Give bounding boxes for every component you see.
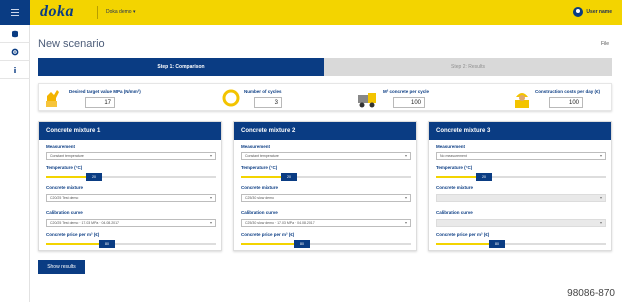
- cycles-input[interactable]: 3: [254, 97, 282, 108]
- measurement-select[interactable]: Constant temperature: [241, 152, 411, 160]
- concrete-mixture-label: Concrete mixture: [46, 185, 84, 190]
- side-rail: [0, 0, 30, 302]
- chevron-down-icon: [600, 155, 602, 157]
- concrete-mixture-select[interactable]: C20/25 Test demo: [46, 194, 216, 202]
- concrete-price-label: Concrete price per m³ (€): [46, 232, 100, 237]
- measurement-value: Constant temperature: [245, 154, 279, 158]
- temperature-label: Temperature (°C): [436, 165, 473, 170]
- card-title: Concrete mixture 2: [234, 122, 416, 140]
- page-title: New scenario: [38, 38, 105, 50]
- concrete-price-slider-handle[interactable]: 80: [294, 240, 310, 248]
- temperature-label: Temperature (°C): [46, 165, 83, 170]
- concrete-price-slider[interactable]: 80: [241, 240, 411, 248]
- temperature-slider-handle[interactable]: 20: [281, 173, 297, 181]
- calibration-curve-select[interactable]: [436, 219, 606, 227]
- doka-logo: doka: [40, 3, 74, 20]
- measurement-value: No measurement: [440, 154, 467, 158]
- concrete-price-slider[interactable]: 80: [46, 240, 216, 248]
- temperature-slider[interactable]: 20: [241, 173, 411, 181]
- hamburger-menu-icon[interactable]: [0, 0, 30, 25]
- param-label: Construction costs per day (€): [535, 89, 601, 94]
- calibration-curve-value: C20/25 Test demo · 17.03 MPa · 04.08.201…: [50, 221, 120, 225]
- measurement-value: Constant temperature: [50, 154, 84, 158]
- param-label: Desired target value MPa (N/mm²): [69, 89, 141, 94]
- app-window: doka Doka demo ▾ User name New scenario …: [0, 0, 622, 302]
- concrete-mixture-label: Concrete mixture: [241, 185, 279, 190]
- construction-worker-icon: [513, 87, 531, 114]
- concrete-mixture-card: Concrete mixture 1 Measurement Constant …: [38, 121, 222, 251]
- step-tabs: Step 1: Comparison Step 2: Results: [38, 58, 612, 76]
- param-label: M² concrete per cycle: [383, 89, 430, 94]
- construction-costs-input[interactable]: 100: [549, 97, 583, 108]
- user-menu[interactable]: User name: [573, 7, 612, 17]
- concrete-mixture-select[interactable]: [436, 194, 606, 202]
- temperature-slider-handle[interactable]: 20: [476, 173, 492, 181]
- target-value-input[interactable]: 17: [85, 97, 115, 108]
- slider-fill: [46, 243, 107, 245]
- measurement-label: Measurement: [436, 144, 466, 149]
- concrete-mixture-label: Concrete mixture: [436, 185, 474, 190]
- calibration-curve-select[interactable]: C25/30 slow demo · 17.03 MPa · 04.08.201…: [241, 219, 411, 227]
- concrete-mixture-value: C20/25 Test demo: [50, 196, 79, 200]
- slider-fill: [241, 243, 302, 245]
- chevron-down-icon: [600, 222, 602, 224]
- concrete-mixture-value: C25/30 slow demo: [245, 196, 274, 200]
- concrete-mixture-card: Concrete mixture 3 Measurement No measur…: [428, 121, 612, 251]
- chevron-down-icon: [210, 222, 212, 224]
- calibration-curve-select[interactable]: C20/25 Test demo · 17.03 MPa · 04.08.201…: [46, 219, 216, 227]
- chevron-down-icon: [600, 197, 602, 199]
- target-value-icon: [45, 87, 61, 114]
- chevron-down-icon: [405, 197, 407, 199]
- concrete-truck-icon: [357, 87, 379, 114]
- top-bar: doka Doka demo ▾ User name: [0, 0, 622, 25]
- concrete-mixtures: Concrete mixture 1 Measurement Constant …: [38, 121, 612, 251]
- concrete-price-slider-handle[interactable]: 80: [489, 240, 505, 248]
- settings-icon[interactable]: [0, 44, 30, 61]
- tab-step-results[interactable]: Step 2: Results: [324, 58, 612, 76]
- header-divider: [97, 6, 98, 19]
- temperature-label: Temperature (°C): [241, 165, 278, 170]
- temperature-slider-handle[interactable]: 20: [86, 173, 102, 181]
- chevron-down-icon: [210, 197, 212, 199]
- show-results-button[interactable]: Show results: [38, 260, 85, 274]
- temperature-slider[interactable]: 20: [46, 173, 216, 181]
- concrete-price-label: Concrete price per m³ (€): [436, 232, 490, 237]
- measurement-select[interactable]: No measurement: [436, 152, 606, 160]
- figure-number: 98086-870: [567, 288, 615, 299]
- file-menu[interactable]: File: [601, 41, 609, 47]
- card-title: Concrete mixture 1: [39, 122, 221, 140]
- chevron-down-icon: [405, 222, 407, 224]
- user-avatar-icon: [573, 7, 584, 17]
- user-name: User name: [586, 9, 612, 15]
- concrete-per-cycle-input[interactable]: 100: [393, 97, 425, 108]
- concrete-mixture-select[interactable]: C25/30 slow demo: [241, 194, 411, 202]
- measurement-label: Measurement: [241, 144, 271, 149]
- info-icon[interactable]: [0, 62, 30, 79]
- param-label: Number of cycles: [244, 89, 282, 94]
- calibration-curve-label: Calibration curve: [241, 210, 278, 215]
- concrete-mixture-card: Concrete mixture 2 Measurement Constant …: [233, 121, 417, 251]
- database-icon[interactable]: [0, 26, 30, 43]
- concrete-price-slider[interactable]: 80: [436, 240, 606, 248]
- measurement-select[interactable]: Constant temperature: [46, 152, 216, 160]
- card-title: Concrete mixture 3: [429, 122, 611, 140]
- concrete-price-slider-handle[interactable]: 80: [99, 240, 115, 248]
- calibration-curve-label: Calibration curve: [436, 210, 473, 215]
- tab-step-comparison[interactable]: Step 1: Comparison: [38, 58, 324, 76]
- chevron-down-icon: [405, 155, 407, 157]
- calibration-curve-label: Calibration curve: [46, 210, 83, 215]
- calibration-curve-value: C25/30 slow demo · 17.03 MPa · 04.08.201…: [245, 221, 315, 225]
- demo-dropdown[interactable]: Doka demo ▾: [106, 9, 135, 15]
- cycles-icon: [222, 87, 240, 114]
- chevron-down-icon: [210, 155, 212, 157]
- measurement-label: Measurement: [46, 144, 76, 149]
- temperature-slider[interactable]: 20: [436, 173, 606, 181]
- scenario-parameters: Desired target value MPa (N/mm²) 17 Numb…: [38, 83, 612, 111]
- slider-fill: [436, 243, 497, 245]
- concrete-price-label: Concrete price per m³ (€): [241, 232, 295, 237]
